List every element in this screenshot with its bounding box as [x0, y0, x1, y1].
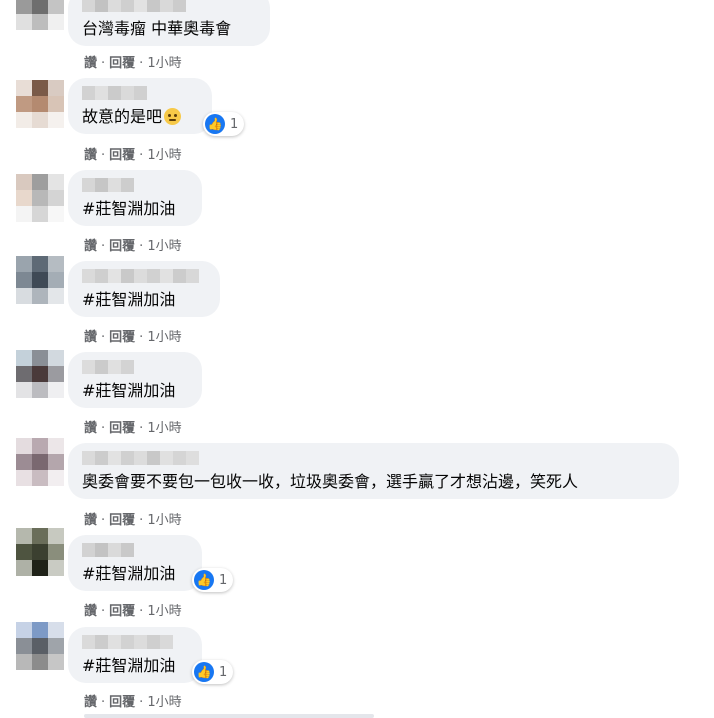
comment-actions: 讚 · 回覆 · 1小時 [84, 56, 182, 71]
comment-bubble: 奧委會要不要包一包收一收，垃圾奧委會，選手贏了才想沾邊，笑死人 [68, 443, 679, 499]
avatar[interactable] [16, 256, 64, 304]
commenter-name[interactable] [82, 178, 188, 196]
like-button[interactable]: 讚 [84, 148, 97, 163]
thumbs-up-icon: 👍 [194, 662, 214, 682]
comment-actions: 讚 · 回覆 · 1小時 [84, 421, 182, 436]
like-button[interactable]: 讚 [84, 513, 97, 528]
comment-actions: 讚 · 回覆 · 1小時 [84, 330, 182, 345]
avatar[interactable] [16, 622, 64, 670]
like-button[interactable]: 讚 [84, 239, 97, 254]
comment-actions: 讚 · 回覆 · 1小時 [84, 695, 182, 710]
commenter-name[interactable] [82, 451, 665, 469]
avatar[interactable] [16, 80, 64, 128]
like-button[interactable]: 讚 [84, 421, 97, 436]
thumbs-up-icon: 👍 [205, 114, 225, 134]
comment-bubble: 台灣毒瘤 中華奧毒會 [68, 0, 270, 46]
reaction-count-badge[interactable]: 👍 1 [203, 112, 245, 136]
comment-actions: 讚 · 回覆 · 1小時 [84, 148, 182, 163]
comment-text: #莊智淵加油 [82, 564, 176, 583]
next-comment-edge [84, 714, 374, 718]
reaction-count-badge[interactable]: 👍 1 [192, 568, 234, 592]
avatar[interactable] [16, 350, 64, 398]
comment-text: #莊智淵加油 [82, 290, 176, 309]
reply-button[interactable]: 回覆 [109, 695, 135, 710]
reply-button[interactable]: 回覆 [109, 330, 135, 345]
comment-bubble: #莊智淵加油 [68, 535, 202, 591]
comment-bubble: 故意的是吧 [68, 78, 212, 134]
reply-button[interactable]: 回覆 [109, 604, 135, 619]
commenter-name[interactable] [82, 269, 206, 287]
reply-button[interactable]: 回覆 [109, 148, 135, 163]
commenter-name[interactable] [82, 543, 188, 561]
comment-actions: 讚 · 回覆 · 1小時 [84, 239, 182, 254]
reply-button[interactable]: 回覆 [109, 239, 135, 254]
comment-timestamp[interactable]: 1小時 [147, 421, 181, 436]
like-button[interactable]: 讚 [84, 604, 97, 619]
comment-timestamp[interactable]: 1小時 [147, 239, 181, 254]
like-button[interactable]: 讚 [84, 695, 97, 710]
comment-actions: 讚 · 回覆 · 1小時 [84, 513, 182, 528]
avatar[interactable] [16, 0, 64, 30]
comment-bubble: #莊智淵加油 [68, 627, 202, 683]
comment-timestamp[interactable]: 1小時 [147, 604, 181, 619]
avatar[interactable] [16, 174, 64, 222]
comment-timestamp[interactable]: 1小時 [147, 513, 181, 528]
commenter-name[interactable] [82, 0, 256, 16]
comment-text: 奧委會要不要包一包收一收，垃圾奧委會，選手贏了才想沾邊，笑死人 [82, 472, 579, 491]
avatar[interactable] [16, 438, 64, 486]
reaction-count-badge[interactable]: 👍 1 [192, 660, 234, 684]
comment-timestamp[interactable]: 1小時 [147, 330, 181, 345]
comment-timestamp[interactable]: 1小時 [147, 56, 181, 71]
comment-text: #莊智淵加油 [82, 381, 176, 400]
like-button[interactable]: 讚 [84, 56, 97, 71]
like-button[interactable]: 讚 [84, 330, 97, 345]
comment-bubble: #莊智淵加油 [68, 352, 202, 408]
reply-button[interactable]: 回覆 [109, 421, 135, 436]
comment-text: #莊智淵加油 [82, 656, 176, 675]
reply-button[interactable]: 回覆 [109, 56, 135, 71]
reply-button[interactable]: 回覆 [109, 513, 135, 528]
comment-bubble: #莊智淵加油 [68, 261, 220, 317]
commenter-name[interactable] [82, 635, 188, 653]
comment-text: #莊智淵加油 [82, 199, 176, 218]
comment-text: 故意的是吧 [82, 106, 198, 128]
commenter-name[interactable] [82, 86, 198, 104]
avatar[interactable] [16, 528, 64, 576]
comment-timestamp[interactable]: 1小時 [147, 695, 181, 710]
commenter-name[interactable] [82, 360, 188, 378]
comment-timestamp[interactable]: 1小時 [147, 148, 181, 163]
comment-text: 台灣毒瘤 中華奧毒會 [82, 19, 232, 38]
comment-bubble: #莊智淵加油 [68, 170, 202, 226]
comment-actions: 讚 · 回覆 · 1小時 [84, 604, 182, 619]
thumbs-up-icon: 👍 [194, 570, 214, 590]
face-with-rolling-eyes-emoji [164, 108, 182, 125]
